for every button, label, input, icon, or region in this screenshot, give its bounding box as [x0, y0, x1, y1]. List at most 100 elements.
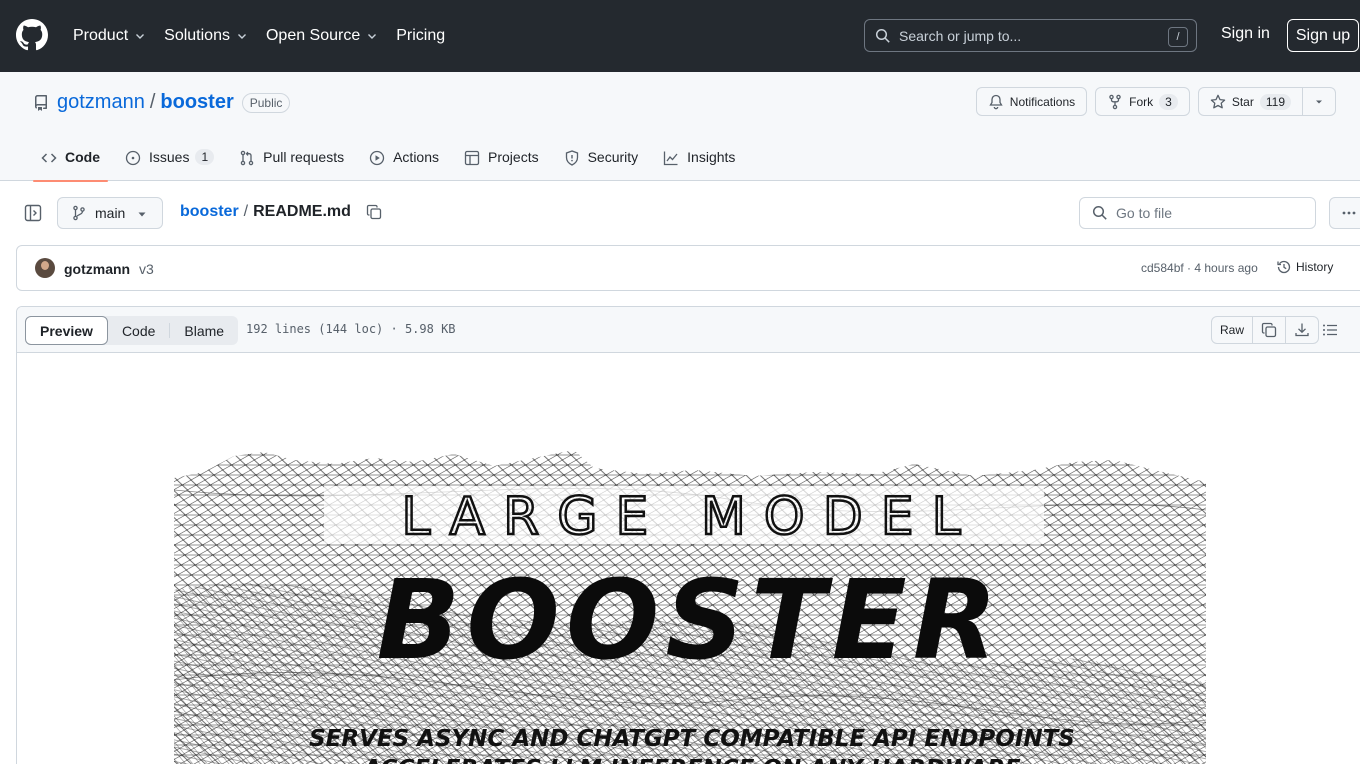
notifications-label: Notifications	[1009, 94, 1076, 109]
download-icon	[1294, 322, 1310, 338]
copy-icon	[1261, 322, 1277, 338]
chevron-down-icon	[134, 30, 146, 42]
code-view-tab[interactable]: Code	[108, 316, 169, 345]
banner-line1: LARGE MODEL	[401, 487, 978, 547]
tab-insights-label: Insights	[687, 149, 736, 165]
tab-security[interactable]: Security	[556, 145, 647, 181]
go-to-file-input[interactable]: Go to file	[1079, 197, 1316, 229]
commit-sha-and-time[interactable]: cd584bf · 4 hours ago	[1141, 261, 1258, 275]
issue-opened-icon	[125, 150, 141, 166]
more-options-button[interactable]	[1329, 197, 1360, 229]
sidebar-expand-icon[interactable]	[24, 204, 42, 222]
tab-actions[interactable]: Actions	[361, 145, 447, 181]
tab-pull-requests-label: Pull requests	[263, 149, 345, 165]
tab-code[interactable]: Code	[33, 145, 108, 182]
commit-author-link[interactable]: gotzmann	[64, 261, 130, 277]
fork-label: Fork	[1129, 94, 1154, 109]
branch-name: main	[95, 205, 126, 221]
triangle-down-icon	[137, 211, 147, 219]
star-button[interactable]: Star 119	[1197, 87, 1303, 116]
chevron-down-icon	[236, 30, 248, 42]
tab-insights[interactable]: Insights	[655, 145, 743, 181]
tab-security-label: Security	[587, 149, 639, 165]
copy-icon[interactable]	[366, 204, 382, 220]
breadcrumb-repo-link[interactable]: booster	[180, 203, 239, 221]
issues-count: 1	[195, 149, 215, 165]
tab-issues[interactable]: Issues 1	[117, 145, 222, 181]
kebab-horizontal-icon	[1341, 205, 1357, 221]
blame-tab[interactable]: Blame	[170, 316, 238, 345]
breadcrumb-separator: /	[243, 203, 249, 220]
chevron-down-icon	[366, 30, 378, 42]
download-button[interactable]	[1286, 317, 1318, 343]
repo-tabs: Code Issues 1 Pull requests Actions Proj…	[33, 145, 752, 182]
table-icon	[464, 150, 480, 166]
fork-count: 3	[1159, 93, 1178, 110]
code-icon	[41, 150, 57, 166]
star-label: Star	[1231, 94, 1254, 109]
fork-button[interactable]: Fork 3	[1095, 87, 1190, 116]
branch-selector[interactable]: main	[57, 197, 163, 229]
git-branch-icon	[71, 205, 87, 221]
tab-actions-label: Actions	[393, 149, 440, 165]
tab-pull-requests[interactable]: Pull requests	[231, 145, 352, 181]
sign-up-button[interactable]: Sign up	[1287, 19, 1359, 52]
readme-banner-image: LARGE MODEL BOOSTER SERVES ASYNC AND CHA…	[174, 450, 1206, 764]
global-search-input[interactable]: Search or jump to... /	[864, 19, 1197, 52]
graph-icon	[663, 150, 679, 166]
nav-open-source-label: Open Source	[265, 27, 361, 44]
bell-icon	[988, 94, 1004, 110]
search-icon	[875, 28, 891, 44]
breadcrumb-file-name: README.md	[253, 203, 351, 220]
repo-name-link[interactable]: booster	[160, 91, 233, 114]
file-info: 192 lines (144 loc) · 5.98 KB	[246, 322, 456, 336]
nav-pricing[interactable]: Pricing	[396, 27, 445, 45]
nav-pricing-label: Pricing	[396, 27, 446, 44]
tab-projects[interactable]: Projects	[456, 145, 547, 181]
global-header: Product Solutions Open Source Pricing Se…	[0, 0, 1360, 72]
nav-product[interactable]: Product	[73, 27, 146, 45]
nav-product-label: Product	[73, 27, 129, 44]
star-icon	[1210, 94, 1226, 110]
copy-raw-button[interactable]	[1253, 317, 1287, 343]
star-list-dropdown[interactable]	[1303, 87, 1336, 116]
file-breadcrumb: booster / README.md	[180, 203, 351, 221]
go-to-file-placeholder: Go to file	[1116, 205, 1173, 221]
github-logo-icon[interactable]	[16, 19, 48, 51]
repo-actions: Notifications Fork 3 Star 119	[968, 87, 1336, 116]
git-pull-request-icon	[239, 150, 255, 166]
star-count: 119	[1259, 93, 1291, 110]
view-mode-segmented-control: Preview Code Blame	[25, 316, 239, 345]
nav-open-source[interactable]: Open Source	[266, 27, 378, 45]
latest-commit-box: gotzmann v3 cd584bf · 4 hours ago Histor…	[16, 245, 1360, 291]
history-button[interactable]: History	[1276, 259, 1333, 275]
tab-issues-label: Issues	[149, 149, 190, 165]
banner-line4: ACCELERATES LLM INFERENCE ON ANY HARDWAR…	[361, 756, 1020, 764]
repo-forked-icon	[1107, 94, 1123, 110]
search-placeholder: Search or jump to...	[899, 27, 1022, 44]
repo-icon	[33, 94, 49, 111]
shield-icon	[564, 150, 580, 166]
readme-content: LARGE MODEL BOOSTER SERVES ASYNC AND CHA…	[17, 353, 1360, 764]
raw-button[interactable]: Raw	[1212, 317, 1254, 343]
play-icon	[369, 150, 385, 166]
repo-owner-link[interactable]: gotzmann	[57, 91, 145, 114]
banner-line3: SERVES ASYNC AND CHATGPT COMPATIBLE API …	[309, 726, 1075, 752]
notifications-button[interactable]: Notifications	[975, 87, 1088, 116]
preview-tab[interactable]: Preview	[25, 316, 108, 345]
file-viewer: Preview Code Blame 192 lines (144 loc) ·…	[16, 306, 1360, 764]
sign-in-link[interactable]: Sign in	[1221, 25, 1270, 43]
star-button-group: Star 119	[1197, 87, 1336, 116]
nav-solutions[interactable]: Solutions	[164, 27, 248, 45]
commit-message-link[interactable]: v3	[139, 261, 154, 277]
tab-code-label: Code	[65, 149, 100, 165]
tab-projects-label: Projects	[488, 149, 539, 165]
visibility-badge: Public	[241, 92, 291, 113]
global-nav: Product Solutions Open Source Pricing	[73, 0, 463, 72]
avatar[interactable]	[35, 258, 55, 278]
repo-title: gotzmann / booster Public	[33, 91, 291, 114]
nav-solutions-label: Solutions	[164, 27, 230, 44]
search-icon	[1092, 205, 1108, 221]
list-unordered-icon[interactable]	[1321, 321, 1339, 339]
triangle-down-icon	[1314, 97, 1324, 107]
